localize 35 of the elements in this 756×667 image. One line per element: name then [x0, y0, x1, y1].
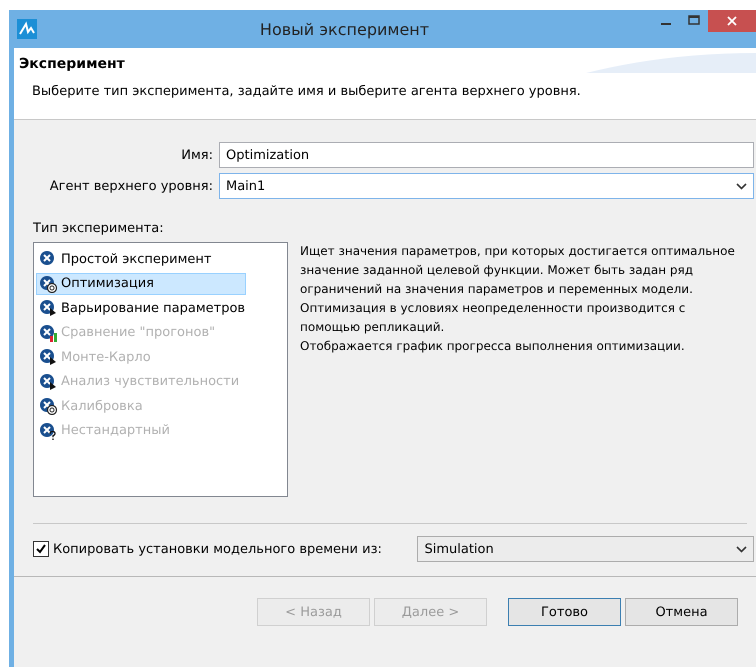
item-label: Оптимизация — [61, 276, 154, 291]
item-label: Анализ чувствительности — [61, 374, 240, 389]
section-label: Тип эксперимента: — [33, 221, 165, 236]
name-field[interactable]: Optimization — [219, 142, 754, 168]
list-item[interactable]: Варьирование параметров — [36, 297, 246, 319]
dialog-button[interactable]: Готово — [508, 598, 621, 626]
item-label: Калибровка — [61, 398, 143, 414]
field-label: Агент верхнего уровня: — [48, 178, 213, 194]
experiment-type-icon — [39, 324, 59, 342]
checkbox[interactable] — [33, 541, 49, 557]
list-item[interactable]: Простой эксперимент — [36, 248, 246, 270]
field-label: Имя: — [180, 148, 213, 162]
description-text: Отображается график прогресса выполнения оптимизации. — [300, 338, 686, 355]
agent-dropdown[interactable]: Main1 — [219, 173, 754, 199]
description-text: Оптимизация в условиях неопределенности производится с помощью репликаций. — [300, 300, 686, 336]
item-label: Простой эксперимент — [61, 252, 212, 266]
close-button[interactable] — [708, 10, 756, 32]
item-label: Нестандартный — [61, 423, 170, 438]
window-title: Новый эксперимент — [258, 20, 430, 38]
item-label: Монте-Карло — [61, 350, 151, 364]
page-title: Эксперимент — [19, 56, 125, 72]
source-dropdown[interactable]: Simulation — [417, 536, 754, 562]
checkbox-label: Копировать установки модельного времени из: — [52, 542, 383, 556]
dialog-button[interactable]: Отмена — [625, 598, 738, 626]
item-label: Варьирование параметров — [61, 300, 246, 316]
close-icon — [727, 16, 737, 26]
item-label: Сравнение "прогонов" — [61, 325, 216, 340]
maximize-icon — [688, 15, 700, 25]
app-logo-icon — [17, 19, 37, 39]
experiment-type-icon — [39, 397, 59, 415]
description-text: Ищет значения параметров, при которых достигается оптимальное значение заданной целевой функции. Может быть задан ряд ограничений на значения параметров и переменных модели. — [300, 243, 736, 298]
page-description: Выберите тип эксперимента, задайте имя и выберите агента верхнего уровня. — [31, 84, 582, 99]
minimize-icon — [661, 23, 671, 25]
list-item[interactable]: Оптимизация — [36, 272, 246, 294]
experiment-type-icon — [39, 274, 59, 292]
